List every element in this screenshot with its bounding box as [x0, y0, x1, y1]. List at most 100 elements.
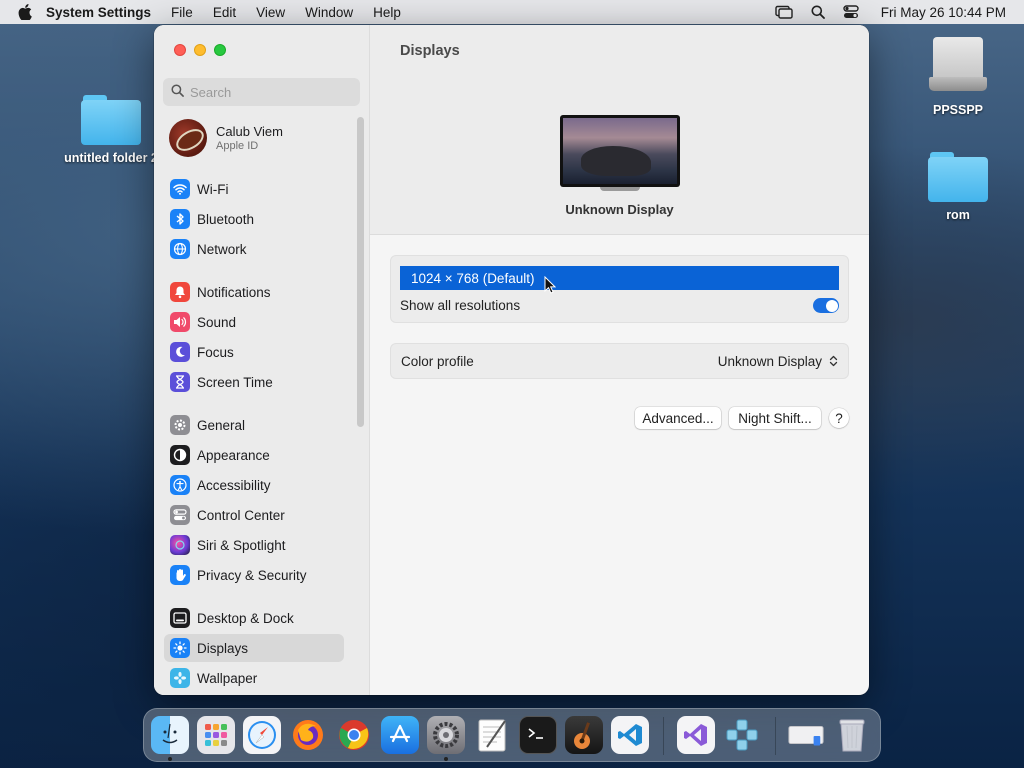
dock-vscode-icon[interactable] — [611, 716, 649, 754]
hourglass-icon — [170, 372, 190, 392]
desktop-drive-ppsspp[interactable]: PPSSPP — [903, 37, 1013, 117]
wifi-icon — [170, 179, 190, 199]
search-icon — [171, 84, 184, 100]
desktop-icon-label: rom — [946, 208, 970, 222]
sidebar-item-control-center[interactable]: Control Center — [164, 501, 344, 529]
system-settings-window: Calub Viem Apple ID Wi-Fi Bluetooth Netw… — [154, 25, 869, 695]
color-profile-panel: Color profile Unknown Display — [390, 343, 849, 379]
sun-icon — [170, 638, 190, 658]
bluetooth-icon — [170, 209, 190, 229]
sidebar-item-label: Network — [197, 241, 247, 257]
night-shift-button[interactable]: Night Shift... — [729, 407, 821, 429]
sidebar-item-label: Siri & Spotlight — [197, 537, 286, 553]
dock-disk-icon[interactable] — [787, 716, 825, 754]
screen-mirroring-icon[interactable] — [775, 5, 793, 19]
sidebar-item-privacy-security[interactable]: Privacy & Security — [164, 561, 344, 589]
dock-ppsspp-icon[interactable] — [723, 716, 761, 754]
dock-chrome-icon[interactable] — [335, 716, 373, 754]
dock-launchpad-icon[interactable] — [197, 716, 235, 754]
dock-app-store-icon[interactable] — [381, 716, 419, 754]
dock-terminal-icon[interactable] — [519, 716, 557, 754]
dock-finder-icon[interactable] — [151, 716, 189, 754]
profile-subtitle: Apple ID — [216, 140, 259, 152]
drive-icon — [929, 37, 987, 97]
control-center-icon[interactable] — [843, 5, 859, 19]
menu-window[interactable]: Window — [305, 5, 353, 20]
help-button[interactable]: ? — [829, 408, 849, 428]
sidebar-scrollbar[interactable] — [357, 117, 364, 427]
dock-trash-icon[interactable] — [833, 716, 871, 754]
desktop-folder-untitled[interactable]: untitled folder 2 — [56, 95, 166, 165]
hand-icon — [170, 565, 190, 585]
color-profile-label: Color profile — [401, 353, 474, 369]
sidebar-item-sound[interactable]: Sound — [164, 308, 344, 336]
wallpaper-icon — [170, 668, 190, 688]
speaker-icon — [170, 312, 190, 332]
window-controls — [174, 44, 226, 56]
menu-edit[interactable]: Edit — [213, 5, 236, 20]
desktop-folder-rom[interactable]: rom — [903, 152, 1013, 222]
monitor-icon[interactable] — [560, 115, 680, 191]
dock-garageband-icon[interactable] — [565, 716, 603, 754]
resolution-option-selected[interactable]: 1024 × 768 (Default) — [400, 266, 839, 290]
display-name-label: Unknown Display — [565, 202, 674, 217]
sidebar-item-label: Sound — [197, 314, 237, 330]
dock-visual-studio-icon[interactable] — [677, 716, 715, 754]
sidebar-item-appearance[interactable]: Appearance — [164, 441, 344, 469]
dock-icon — [170, 608, 190, 628]
sidebar-item-siri-spotlight[interactable]: Siri & Spotlight — [164, 531, 344, 559]
sidebar-item-label: Appearance — [197, 447, 270, 463]
sidebar-item-label: Control Center — [197, 507, 285, 523]
resolution-panel: 1024 × 768 (Default) Show all resolution… — [390, 255, 849, 323]
show-all-resolutions-toggle[interactable] — [813, 298, 839, 313]
color-profile-select[interactable]: Unknown Display — [718, 354, 838, 369]
siri-icon — [170, 535, 190, 555]
color-profile-value: Unknown Display — [717, 353, 822, 369]
sidebar-item-wifi[interactable]: Wi-Fi — [164, 175, 344, 203]
close-window-button[interactable] — [174, 44, 186, 56]
menu-clock[interactable]: Fri May 26 10:44 PM — [881, 5, 1006, 20]
menu-file[interactable]: File — [171, 5, 193, 20]
minimize-window-button[interactable] — [194, 44, 206, 56]
sidebar-item-desktop-dock[interactable]: Desktop & Dock — [164, 604, 344, 632]
moon-icon — [170, 342, 190, 362]
display-preview-area: Displays Unknown Display — [370, 25, 869, 235]
spotlight-search-icon[interactable] — [811, 5, 825, 19]
zoom-window-button[interactable] — [214, 44, 226, 56]
apple-menu-icon[interactable] — [18, 4, 32, 20]
dock-safari-icon[interactable] — [243, 716, 281, 754]
dock-textedit-icon[interactable] — [473, 716, 511, 754]
sidebar-item-network[interactable]: Network — [164, 235, 344, 263]
advanced-button[interactable]: Advanced... — [635, 407, 721, 429]
sidebar-item-accessibility[interactable]: Accessibility — [164, 471, 344, 499]
page-title: Displays — [400, 43, 460, 59]
search-input[interactable] — [190, 84, 350, 100]
dock — [143, 708, 881, 762]
sidebar-item-screen-time[interactable]: Screen Time — [164, 368, 344, 396]
menu-app-name[interactable]: System Settings — [46, 5, 151, 20]
folder-icon — [81, 95, 141, 145]
dock-system-settings-icon[interactable] — [427, 716, 465, 754]
menu-help[interactable]: Help — [373, 5, 401, 20]
profile-name: Calub Viem — [216, 124, 283, 139]
sidebar-item-label: Notifications — [197, 284, 271, 300]
sidebar-item-label: Privacy & Security — [197, 567, 307, 583]
sidebar-item-general[interactable]: General — [164, 411, 344, 439]
displays-pane: Displays Unknown Display 1024 × 768 (Def… — [370, 25, 869, 695]
menu-view[interactable]: View — [256, 5, 285, 20]
dock-firefox-icon[interactable] — [289, 716, 327, 754]
sidebar-item-label: Wi-Fi — [197, 181, 229, 197]
sidebar-item-bluetooth[interactable]: Bluetooth — [164, 205, 344, 233]
show-all-resolutions-label: Show all resolutions — [400, 298, 521, 313]
sidebar-item-displays[interactable]: Displays — [164, 634, 344, 662]
mouse-cursor-icon — [544, 275, 557, 297]
accessibility-icon — [170, 475, 190, 495]
sidebar-item-notifications[interactable]: Notifications — [164, 278, 344, 306]
sidebar-item-wallpaper[interactable]: Wallpaper — [164, 664, 344, 692]
apple-id-profile[interactable]: Calub Viem Apple ID — [169, 119, 283, 157]
sidebar-item-label: General — [197, 417, 246, 433]
folder-icon — [928, 152, 988, 202]
sidebar-item-label: Focus — [197, 344, 234, 360]
sidebar-item-label: Bluetooth — [197, 211, 255, 227]
sidebar-item-focus[interactable]: Focus — [164, 338, 344, 366]
